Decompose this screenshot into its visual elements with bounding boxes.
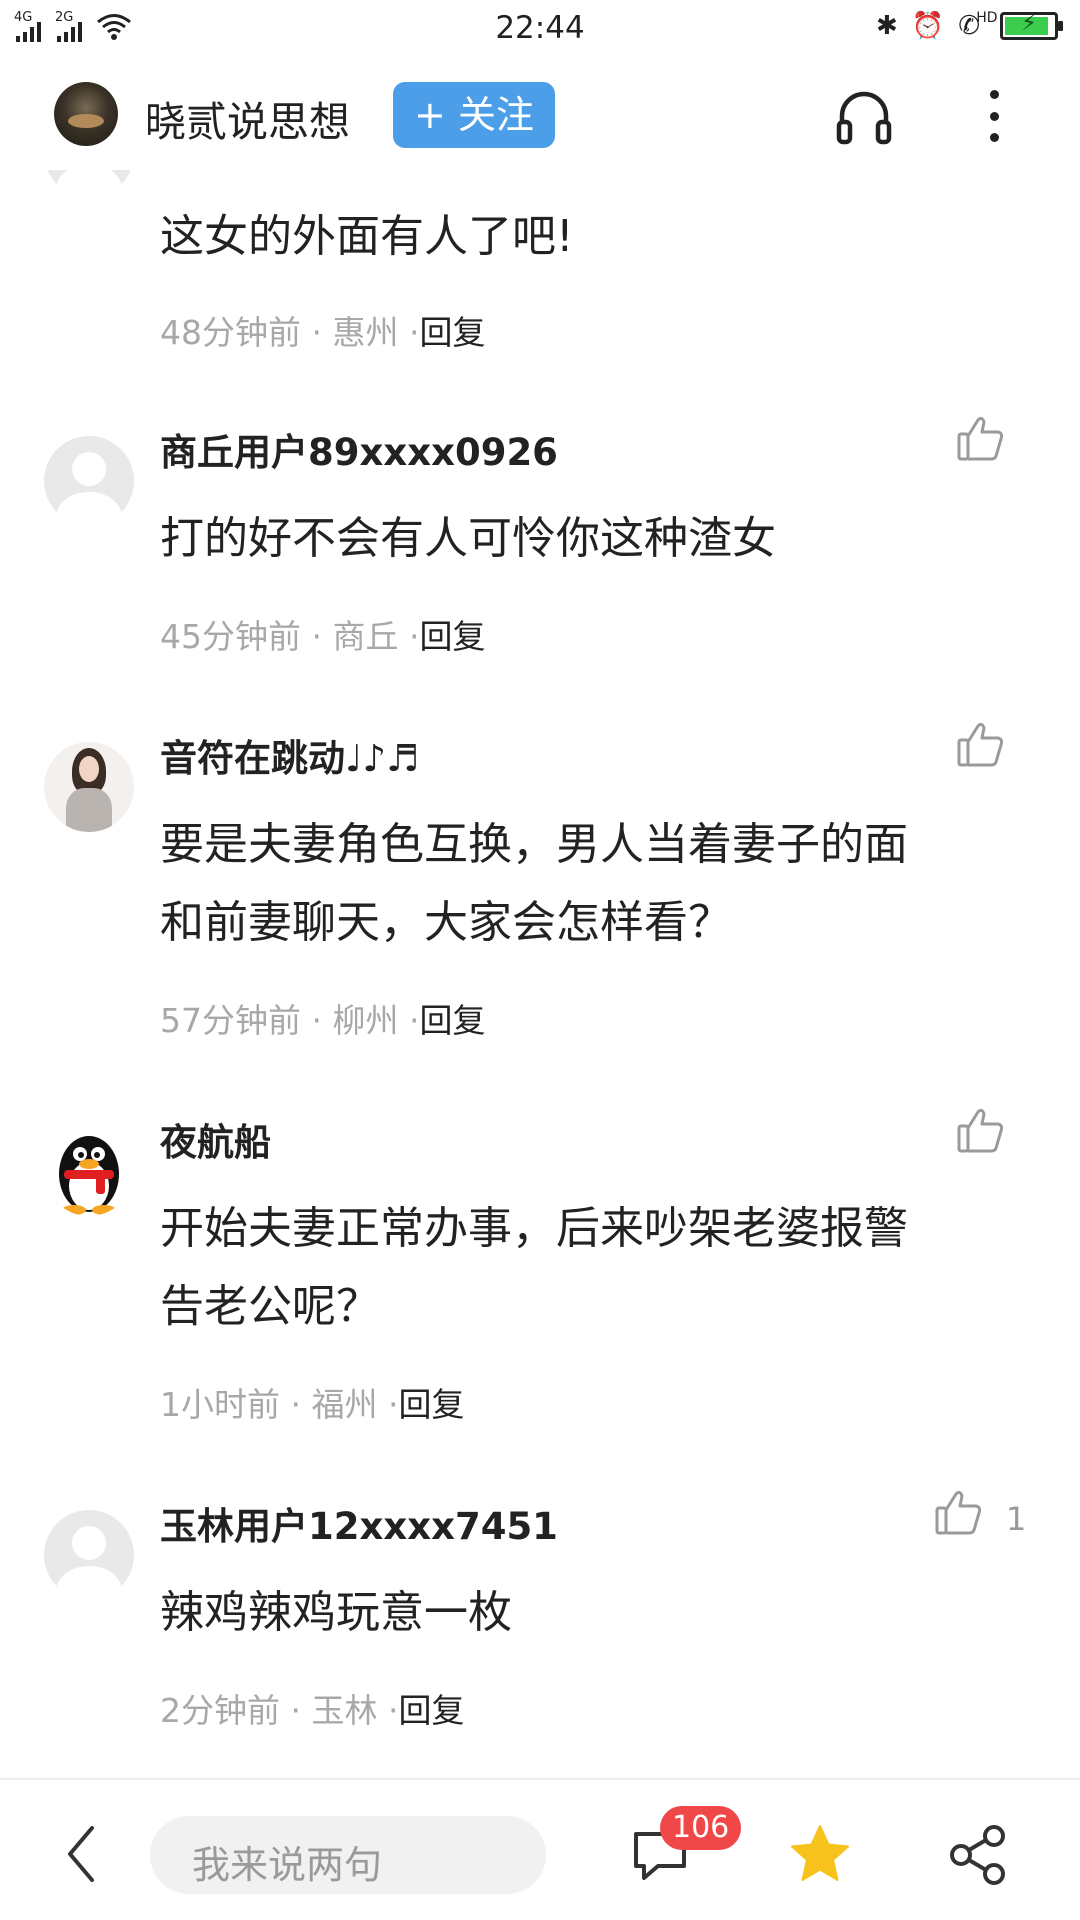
user-avatar[interactable] [44,436,134,526]
meta-separator: · [311,617,323,656]
comment-text-line: 和前妻聊天，大家会怎样看？ [160,897,732,948]
follow-button[interactable]: + 关注 [393,82,555,148]
thumbs-up-icon[interactable] [956,720,1006,770]
user-name[interactable]: 玉林用户12xxxx7451 [160,1496,558,1550]
comment-meta: 45分钟前 · 商丘 ·回复 [160,610,486,658]
comment-count-badge: 106 [660,1806,742,1850]
thumbs-up-icon[interactable] [956,1106,1006,1156]
reply-button[interactable]: 回复 [420,617,486,656]
comment-list[interactable]: 这女的外面有人了吧! 48分钟前 · 惠州 ·回复 商丘用户89xxxx0926… [0,170,1080,1778]
meta-separator: · [388,1691,399,1730]
comment-time: 1小时前 [160,1385,280,1424]
share-icon[interactable] [948,1824,1008,1886]
comment-text: 打的好不会有人可怜你这种渣女 [160,513,776,564]
status-bar: 4G 2G 22:44 ✱ ⏰ ✆ HD ⚡ [0,0,1080,60]
reply-button[interactable]: 回复 [399,1385,465,1424]
hd-call-icon: ✆ HD [958,10,997,40]
status-right: ✱ ⏰ ✆ HD ⚡ [876,10,1063,41]
meta-separator: · [388,1385,399,1424]
meta-separator: · [311,313,323,352]
comment-meta: 48分钟前 · 惠州 ·回复 [160,306,486,354]
comment-time: 45分钟前 [160,617,301,656]
comment-location: 玉林 [311,1691,378,1730]
comment-meta: 2分钟前 · 玉林 ·回复 [160,1684,465,1732]
comment-text-line: 要是夫妻角色互换，男人当着妻子的面 [160,819,908,870]
back-icon[interactable] [62,1824,102,1884]
comment-time: 57分钟前 [160,1001,301,1040]
user-avatar[interactable] [44,1510,134,1600]
comment-text-line: 告老公呢？ [160,1281,380,1332]
meta-separator: · [290,1385,302,1424]
like-count: 1 [1006,1500,1027,1538]
star-icon[interactable] [788,1822,852,1886]
alarm-icon: ⏰ [911,11,945,41]
thumbs-up-icon[interactable] [956,414,1006,464]
reply-button[interactable]: 回复 [399,1691,465,1730]
user-name[interactable]: 夜航船 [160,1112,271,1166]
comment-input[interactable]: 我来说两句 [150,1816,546,1894]
comment-text-line: 开始夫妻正常办事，后来吵架老婆报警 [160,1203,908,1254]
article-header: 晓贰说思想 + 关注 [0,60,1080,170]
comment-text: 这女的外面有人了吧! [160,211,574,262]
more-icon[interactable] [982,90,1006,142]
comment-time: 2分钟前 [160,1691,280,1730]
reply-button[interactable]: 回复 [420,1001,486,1040]
user-avatar[interactable] [44,742,134,832]
thumbs-up-icon[interactable] [934,1488,984,1538]
comment-time: 48分钟前 [160,313,301,352]
comment-location: 福州 [311,1385,378,1424]
hd-label: HD [976,10,998,26]
author-avatar[interactable] [54,82,118,146]
comment-text: 要是夫妻角色互换，男人当着妻子的面 和前妻聊天，大家会怎样看？ [160,806,1040,962]
user-name[interactable]: 商丘用户89xxxx0926 [160,422,558,476]
comment-location: 柳州 [332,1001,399,1040]
comment-location: 惠州 [332,313,399,352]
user-avatar[interactable] [44,170,134,198]
comment-text: 辣鸡辣鸡玩意一枚 [160,1587,512,1638]
comment-input-placeholder: 我来说两句 [192,1843,383,1887]
comment-location: 商丘 [332,617,399,656]
author-name[interactable]: 晓贰说思想 [145,88,350,148]
headphone-icon[interactable] [834,86,894,146]
meta-separator: · [409,313,420,352]
comment-meta: 1小时前 · 福州 ·回复 [160,1378,465,1426]
user-avatar[interactable] [44,1126,134,1216]
user-name[interactable]: 音符在跳动♩♪♬ [160,728,419,782]
comment-text: 开始夫妻正常办事，后来吵架老婆报警 告老公呢？ [160,1190,1040,1346]
battery-icon: ⚡ [1000,11,1063,40]
charging-icon: ⚡ [1021,11,1037,36]
bluetooth-icon: ✱ [876,11,898,41]
comment-meta: 57分钟前 · 柳州 ·回复 [160,994,486,1042]
meta-separator: · [409,617,420,656]
meta-separator: · [409,1001,420,1040]
meta-separator: · [311,1001,323,1040]
meta-separator: · [290,1691,302,1730]
bottom-toolbar: 我来说两句 106 [0,1778,1080,1920]
reply-button[interactable]: 回复 [420,313,486,352]
